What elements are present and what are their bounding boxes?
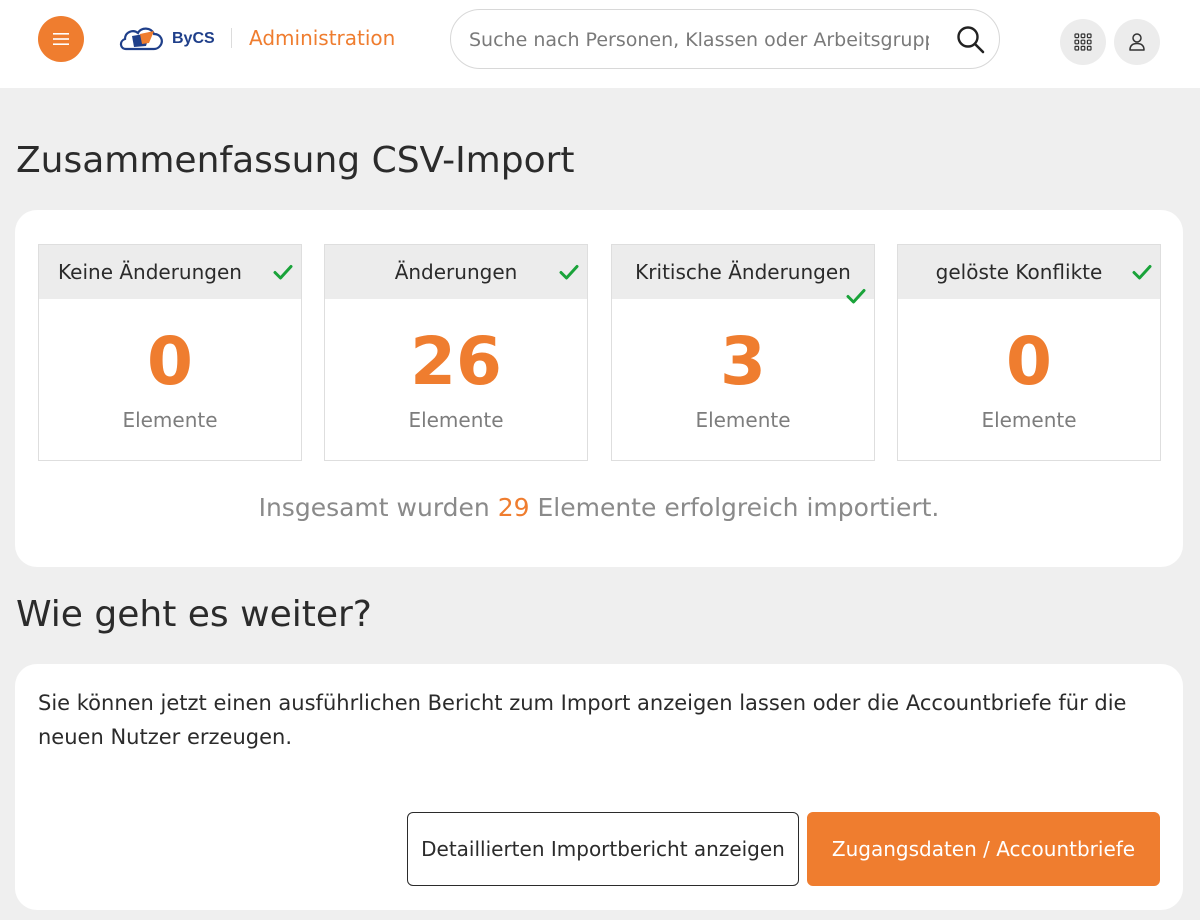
next-steps-panel: Sie können jetzt einen ausführlichen Ber…: [15, 664, 1183, 910]
import-total-summary: Insgesamt wurden 29 Elemente erfolgreich…: [15, 493, 1183, 522]
stat-value: 0: [147, 323, 193, 400]
import-summary-panel: Keine Änderungen 0 Elemente Änderungen 2…: [15, 210, 1183, 567]
stat-card-header: Kritische Änderungen: [612, 245, 874, 304]
checkmark-icon: [1132, 265, 1152, 280]
stat-value: 0: [1006, 323, 1052, 400]
checkmark-icon: [559, 265, 579, 280]
total-count: 29: [497, 493, 530, 522]
cloud-logo-icon: [119, 27, 163, 51]
header-divider: [231, 28, 232, 48]
stat-card-header: Änderungen: [325, 245, 587, 299]
stat-value: 26: [410, 323, 502, 400]
show-import-report-button[interactable]: Detaillierten Importbericht anzeigen: [407, 812, 799, 886]
search-input[interactable]: [469, 22, 929, 58]
hamburger-menu-icon: [53, 33, 69, 45]
checkmark-icon: [846, 289, 866, 304]
stat-unit: Elemente: [981, 408, 1077, 432]
stat-card-resolved-conflicts: gelöste Konflikte 0 Elemente: [897, 244, 1161, 461]
app-title[interactable]: Administration: [249, 26, 395, 50]
user-profile-button[interactable]: [1114, 19, 1160, 65]
stat-label: Kritische Änderungen: [635, 260, 851, 284]
page-title: Zusammenfassung CSV-Import: [16, 140, 575, 181]
user-icon: [1129, 33, 1145, 51]
stat-card-critical-changes: Kritische Änderungen 3 Elemente: [611, 244, 875, 461]
search-bar: [450, 9, 1000, 69]
stat-unit: Elemente: [408, 408, 504, 432]
total-prefix: Insgesamt wurden: [258, 493, 490, 522]
stat-card-header: gelöste Konflikte: [898, 245, 1160, 299]
bycs-logo[interactable]: ByCS: [118, 22, 218, 56]
stat-card-header: Keine Änderungen: [39, 245, 301, 299]
apps-button[interactable]: [1060, 19, 1106, 65]
stat-card-no-changes: Keine Änderungen 0 Elemente: [38, 244, 302, 461]
account-letters-button[interactable]: Zugangsdaten / Accountbriefe: [807, 812, 1160, 886]
menu-button[interactable]: [38, 16, 84, 62]
stat-value: 3: [720, 323, 766, 400]
stat-unit: Elemente: [695, 408, 791, 432]
search-icon[interactable]: [955, 24, 987, 56]
total-suffix: Elemente erfolgreich importiert.: [537, 493, 940, 522]
checkmark-icon: [273, 265, 293, 280]
stat-label: gelöste Konflikte: [935, 260, 1103, 284]
apps-grid-icon: [1074, 33, 1092, 51]
stat-label: Änderungen: [394, 260, 518, 284]
stat-card-changes: Änderungen 26 Elemente: [324, 244, 588, 461]
stat-unit: Elemente: [122, 408, 218, 432]
next-steps-title: Wie geht es weiter?: [16, 594, 372, 635]
top-header: ByCS Administration: [0, 0, 1200, 88]
stat-label: Keine Änderungen: [58, 260, 242, 284]
next-steps-text: Sie können jetzt einen ausführlichen Ber…: [38, 691, 1127, 749]
logo-text: ByCS: [172, 30, 215, 47]
